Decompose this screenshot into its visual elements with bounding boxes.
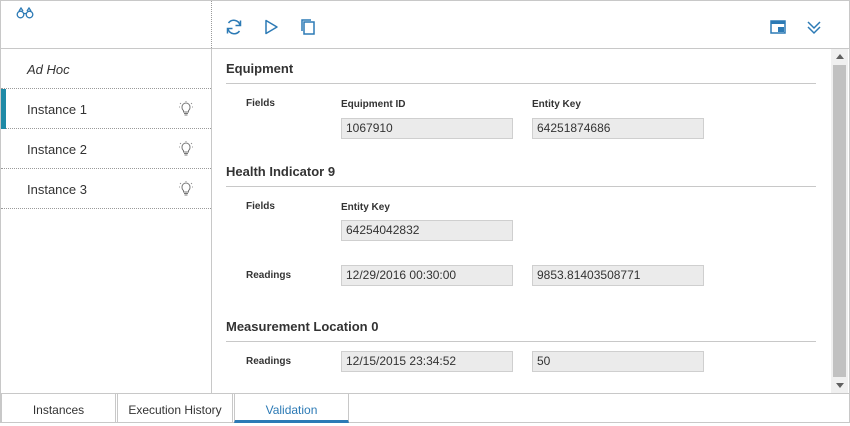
window-icon[interactable] [768, 17, 788, 37]
measurement-reading-value-field[interactable]: 50 [532, 351, 704, 372]
lightbulb-icon[interactable] [179, 141, 193, 156]
instance-sidebar: Ad Hoc Instance 1 Instance 2 Instance 3 [1, 49, 212, 393]
refresh-icon[interactable] [224, 17, 244, 37]
fields-label: Fields [246, 201, 275, 212]
sidebar-item-label: Instance 1 [27, 102, 87, 117]
copy-icon[interactable] [298, 17, 318, 37]
sidebar-item-label: Instance 3 [27, 182, 87, 197]
section-divider [226, 83, 816, 84]
section-title-health-indicator: Health Indicator 9 [226, 164, 336, 179]
section-divider [226, 341, 816, 342]
health-reading-value-field[interactable]: 9853.81403508771 [532, 265, 704, 286]
bottom-tab-bar: Instances Execution History Validation [1, 393, 849, 423]
search-area [1, 1, 212, 48]
vertical-scrollbar[interactable] [831, 49, 848, 393]
tab-instances[interactable]: Instances [1, 394, 116, 423]
lightbulb-icon[interactable] [179, 181, 193, 196]
scroll-down-arrow-icon[interactable] [836, 383, 844, 388]
measurement-reading-time-field[interactable]: 12/15/2015 23:34:52 [341, 351, 513, 372]
sidebar-item-instance-1[interactable]: Instance 1 [1, 89, 211, 129]
fields-label: Fields [246, 98, 275, 109]
scroll-up-arrow-icon[interactable] [836, 54, 844, 59]
tab-validation[interactable]: Validation [234, 394, 349, 423]
equipment-id-field[interactable]: 1067910 [341, 118, 513, 139]
validation-panel: Equipment Fields Equipment ID Entity Key… [212, 49, 831, 393]
tab-execution-history[interactable]: Execution History [117, 394, 233, 423]
entity-key-field[interactable]: 64251874686 [532, 118, 704, 139]
health-reading-time-field[interactable]: 12/29/2016 00:30:00 [341, 265, 513, 286]
sidebar-item-instance-2[interactable]: Instance 2 [1, 129, 211, 169]
section-title-equipment: Equipment [226, 61, 294, 76]
readings-label: Readings [246, 270, 292, 281]
lightbulb-icon[interactable] [179, 101, 193, 116]
sidebar-item-instance-3[interactable]: Instance 3 [1, 169, 211, 209]
section-title-measurement-location: Measurement Location 0 [226, 319, 379, 334]
column-header-entity-key: Entity Key [532, 99, 581, 110]
health-entity-key-field[interactable]: 64254042832 [341, 220, 513, 241]
scrollbar-thumb[interactable] [833, 65, 846, 377]
play-icon[interactable] [261, 17, 281, 37]
app-frame: Ad Hoc Instance 1 Instance 2 Instance 3 [0, 0, 850, 423]
column-header-equipment-id: Equipment ID [341, 99, 406, 110]
sidebar-item-adhoc[interactable]: Ad Hoc [1, 49, 211, 89]
chevron-double-down-icon[interactable] [804, 17, 824, 37]
section-divider [226, 186, 816, 187]
toolbar [212, 1, 849, 49]
readings-label: Readings [246, 356, 292, 367]
column-header-entity-key: Entity Key [341, 202, 390, 213]
sidebar-item-label: Instance 2 [27, 142, 87, 157]
sidebar-item-label: Ad Hoc [27, 62, 70, 77]
binoculars-icon[interactable] [16, 7, 34, 19]
